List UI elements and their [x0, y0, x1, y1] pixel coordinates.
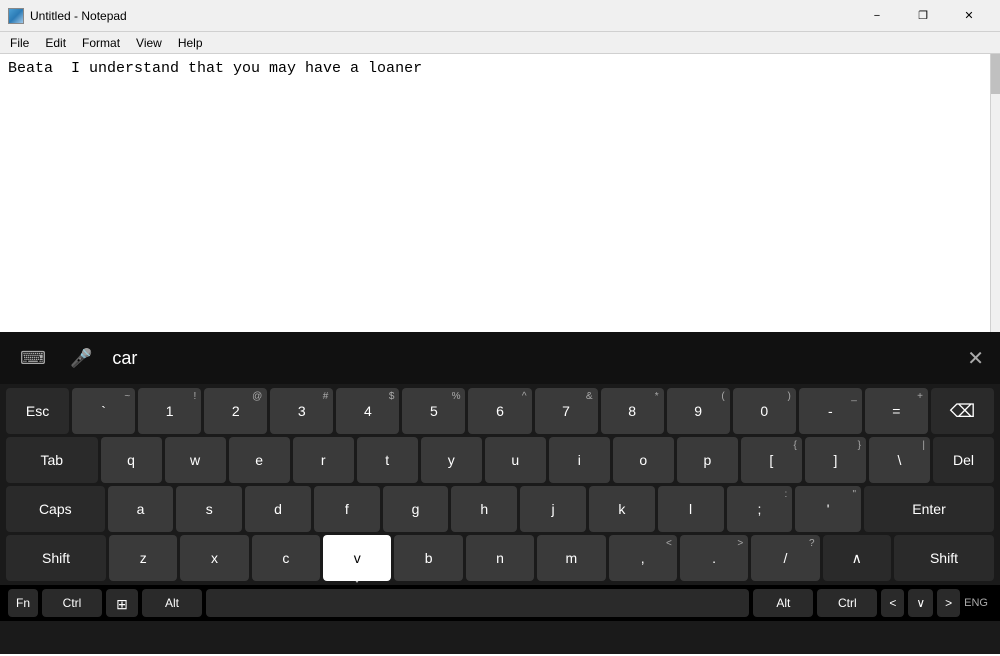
- key-space[interactable]: [206, 589, 749, 617]
- key-x[interactable]: x: [180, 535, 248, 581]
- key-w[interactable]: w: [165, 437, 226, 483]
- key-4[interactable]: $4: [336, 388, 399, 434]
- key-left-arrow[interactable]: <: [881, 589, 904, 617]
- key-del[interactable]: Del: [933, 437, 994, 483]
- key-comma[interactable]: <,: [609, 535, 677, 581]
- key-down-arrow[interactable]: ∨: [908, 589, 933, 617]
- key-alt-left[interactable]: Alt: [142, 589, 202, 617]
- key-rbracket[interactable]: }]: [805, 437, 866, 483]
- key-m[interactable]: m: [537, 535, 605, 581]
- key-minus[interactable]: _-: [799, 388, 862, 434]
- key-8[interactable]: *8: [601, 388, 664, 434]
- key-caps[interactable]: Caps: [6, 486, 105, 532]
- keyboard-bottom-row: Fn Ctrl Alt Alt Ctrl < ∨ > ENG: [0, 585, 1000, 621]
- key-h[interactable]: h: [451, 486, 517, 532]
- keyboard-close-button[interactable]: ✕: [967, 346, 984, 371]
- key-d[interactable]: d: [245, 486, 311, 532]
- key-semicolon[interactable]: :;: [727, 486, 793, 532]
- key-t[interactable]: t: [357, 437, 418, 483]
- scrollbar[interactable]: [990, 54, 1000, 332]
- key-7[interactable]: &7: [535, 388, 598, 434]
- key-9[interactable]: (9: [667, 388, 730, 434]
- key-ctrl-right[interactable]: Ctrl: [817, 589, 877, 617]
- key-up[interactable]: ∧: [823, 535, 891, 581]
- key-2[interactable]: @2: [204, 388, 267, 434]
- keyboard-rows: Esc ~` !1 @2 #3 $4 %5 ^6 &7 *8 (9 )0 _- …: [0, 384, 1000, 585]
- maximize-button[interactable]: ❐: [900, 0, 946, 32]
- key-u[interactable]: u: [485, 437, 546, 483]
- key-3[interactable]: #3: [270, 388, 333, 434]
- key-lbracket[interactable]: {[: [741, 437, 802, 483]
- key-backspace[interactable]: ⌫: [931, 388, 994, 434]
- keyboard-container: ⌨ 🎤 ✕ Esc ~` !1 @2 #3 $4 %5 ^6 &7 *8 (9 …: [0, 332, 1000, 654]
- menubar: File Edit Format View Help: [0, 32, 1000, 54]
- keyboard-toolbar: ⌨ 🎤 ✕: [0, 332, 1000, 384]
- key-k[interactable]: k: [589, 486, 655, 532]
- key-fn[interactable]: Fn: [8, 589, 38, 617]
- key-c[interactable]: c: [252, 535, 320, 581]
- key-b[interactable]: b: [394, 535, 462, 581]
- key-g[interactable]: g: [383, 486, 449, 532]
- key-f[interactable]: f: [314, 486, 380, 532]
- cursor-indicator: [347, 569, 367, 583]
- microphone-icon[interactable]: 🎤: [66, 344, 96, 373]
- keyboard-row-2: Tab q w e r t y u i o p {[ }] |\ Del: [6, 437, 994, 483]
- keyboard-row-3: Caps a s d f g h j k l :; "' Enter: [6, 486, 994, 532]
- key-right-arrow[interactable]: >: [937, 589, 960, 617]
- menu-file[interactable]: File: [2, 34, 37, 52]
- menu-view[interactable]: View: [128, 34, 170, 52]
- key-n[interactable]: n: [466, 535, 534, 581]
- key-shift-right[interactable]: Shift: [894, 535, 994, 581]
- key-period[interactable]: >.: [680, 535, 748, 581]
- key-q[interactable]: q: [101, 437, 162, 483]
- window-controls: − ❐ ✕: [854, 0, 992, 32]
- key-equal[interactable]: +=: [865, 388, 928, 434]
- app-icon: [8, 8, 24, 24]
- key-ctrl-left[interactable]: Ctrl: [42, 589, 102, 617]
- language-label: ENG: [964, 597, 992, 609]
- key-grave[interactable]: ~`: [72, 388, 135, 434]
- key-o[interactable]: o: [613, 437, 674, 483]
- scrollbar-thumb[interactable]: [991, 54, 1000, 94]
- key-l[interactable]: l: [658, 486, 724, 532]
- key-6[interactable]: ^6: [468, 388, 531, 434]
- window-title: Untitled - Notepad: [30, 9, 854, 23]
- key-enter[interactable]: Enter: [864, 486, 994, 532]
- key-i[interactable]: i: [549, 437, 610, 483]
- keyboard-row-4: Shift z x c v b n m <, >. ?/ ∧ Shift: [6, 535, 994, 581]
- keyboard-search-input[interactable]: [112, 348, 951, 369]
- key-s[interactable]: s: [176, 486, 242, 532]
- key-y[interactable]: y: [421, 437, 482, 483]
- key-slash[interactable]: ?/: [751, 535, 819, 581]
- key-alt-right[interactable]: Alt: [753, 589, 813, 617]
- key-shift-left[interactable]: Shift: [6, 535, 106, 581]
- keyboard-row-1: Esc ~` !1 @2 #3 $4 %5 ^6 &7 *8 (9 )0 _- …: [6, 388, 994, 434]
- key-5[interactable]: %5: [402, 388, 465, 434]
- key-p[interactable]: p: [677, 437, 738, 483]
- key-win[interactable]: [106, 589, 138, 617]
- windows-logo-icon: [115, 596, 129, 610]
- key-1[interactable]: !1: [138, 388, 201, 434]
- minimize-button[interactable]: −: [854, 0, 900, 32]
- editor-area[interactable]: Beata I understand that you may have a l…: [0, 54, 1000, 332]
- menu-help[interactable]: Help: [170, 34, 211, 52]
- key-quote[interactable]: "': [795, 486, 861, 532]
- menu-edit[interactable]: Edit: [37, 34, 74, 52]
- key-j[interactable]: j: [520, 486, 586, 532]
- key-r[interactable]: r: [293, 437, 354, 483]
- key-z[interactable]: z: [109, 535, 177, 581]
- keyboard-settings-icon[interactable]: ⌨: [16, 344, 50, 373]
- key-e[interactable]: e: [229, 437, 290, 483]
- close-button[interactable]: ✕: [946, 0, 992, 32]
- key-backslash[interactable]: |\: [869, 437, 930, 483]
- titlebar: Untitled - Notepad − ❐ ✕: [0, 0, 1000, 32]
- key-v[interactable]: v: [323, 535, 391, 581]
- key-a[interactable]: a: [108, 486, 174, 532]
- editor-content: Beata I understand that you may have a l…: [8, 58, 992, 79]
- key-0[interactable]: )0: [733, 388, 796, 434]
- menu-format[interactable]: Format: [74, 34, 128, 52]
- key-tab[interactable]: Tab: [6, 437, 98, 483]
- key-esc[interactable]: Esc: [6, 388, 69, 434]
